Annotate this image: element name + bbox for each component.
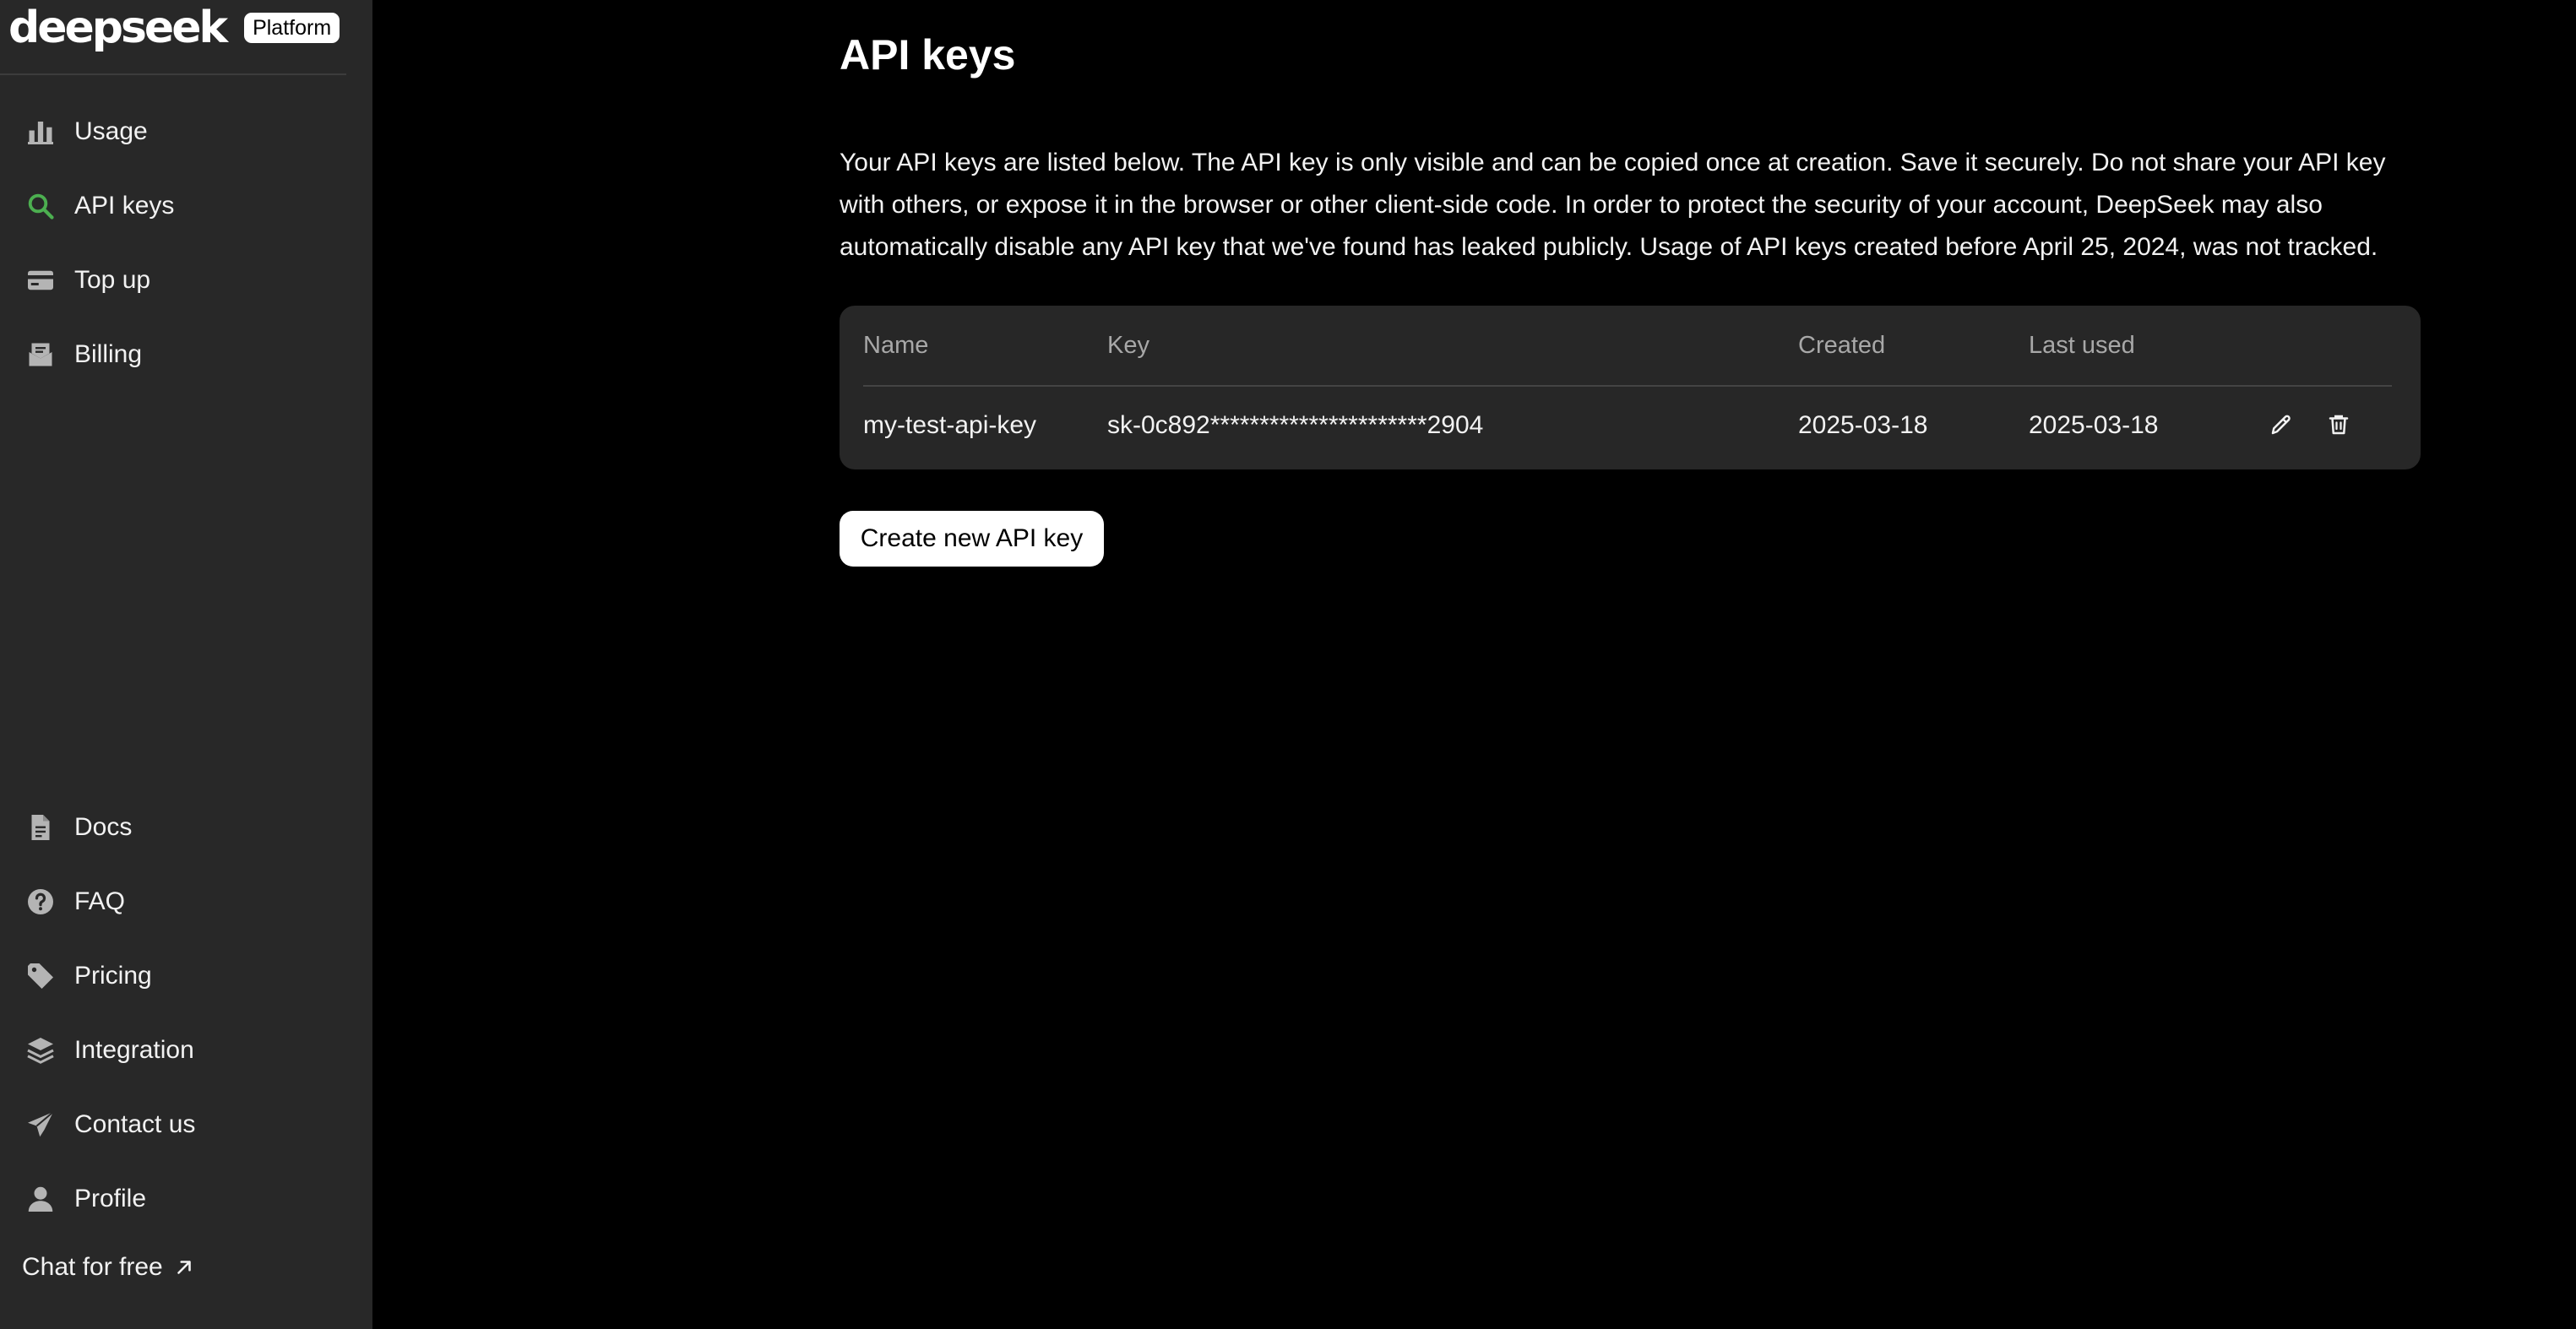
column-header-created: Created xyxy=(1798,306,2029,387)
sidebar-divider xyxy=(0,73,346,75)
key-created-cell: 2025-03-18 xyxy=(1798,411,1928,439)
sidebar: deepseek Platform Usage API keys Top up xyxy=(0,0,372,1329)
deepseek-logo[interactable]: deepseek xyxy=(8,6,228,50)
column-header-key: Key xyxy=(1107,306,1798,387)
sidebar-item-integration[interactable]: Integration xyxy=(0,1013,372,1088)
sidebar-item-label: Pricing xyxy=(74,962,152,990)
pencil-icon xyxy=(2271,415,2291,434)
layers-icon xyxy=(24,1033,57,1067)
bar-chart-icon xyxy=(24,115,57,149)
page-title: API keys xyxy=(840,31,1016,79)
delete-key-button[interactable] xyxy=(2322,408,2356,442)
chat-for-free-link[interactable]: Chat for free xyxy=(22,1253,195,1282)
column-header-name: Name xyxy=(863,306,1107,387)
key-last-used-cell: 2025-03-18 xyxy=(2029,411,2159,439)
api-keys-description: Your API keys are listed below. The API … xyxy=(840,149,2386,261)
chat-for-free-label: Chat for free xyxy=(22,1253,163,1281)
create-new-api-key-button[interactable]: Create new API key xyxy=(840,511,1104,567)
sidebar-item-pricing[interactable]: Pricing xyxy=(0,939,372,1013)
trash-icon xyxy=(2329,415,2349,434)
sidebar-item-api-keys[interactable]: API keys xyxy=(0,169,372,243)
sidebar-item-label: FAQ xyxy=(74,887,126,915)
column-header-actions xyxy=(2264,306,2392,387)
sidebar-nav-main: Usage API keys Top up Billing xyxy=(0,95,372,392)
table-row: my-test-api-key sk-0c892****************… xyxy=(863,386,2392,464)
brand: deepseek Platform xyxy=(8,0,340,56)
tag-icon xyxy=(24,959,57,993)
table-header-row: Name Key Created Last used xyxy=(863,306,2392,387)
question-icon xyxy=(24,885,57,919)
sidebar-item-profile[interactable]: Profile xyxy=(0,1162,372,1236)
edit-key-button[interactable] xyxy=(2264,408,2298,442)
person-icon xyxy=(24,1182,57,1216)
api-keys-table-grid: Name Key Created Last used my-test-api-k… xyxy=(863,306,2392,464)
platform-badge: Platform xyxy=(244,12,340,44)
sidebar-nav-secondary: Docs FAQ Pricing Integration Contact us xyxy=(0,790,372,1236)
sidebar-item-label: Contact us xyxy=(74,1110,196,1138)
billing-icon xyxy=(24,338,57,372)
sidebar-item-label: Docs xyxy=(74,813,133,841)
sidebar-item-label: Top up xyxy=(74,266,151,294)
sidebar-item-label: Usage xyxy=(74,117,148,145)
api-keys-table: Name Key Created Last used my-test-api-k… xyxy=(840,306,2421,469)
key-actions-cell xyxy=(2264,386,2392,464)
sidebar-item-docs[interactable]: Docs xyxy=(0,790,372,865)
sidebar-item-label: API keys xyxy=(74,192,175,220)
card-icon xyxy=(24,263,57,297)
sidebar-item-contact-us[interactable]: Contact us xyxy=(0,1088,372,1162)
sidebar-item-usage[interactable]: Usage xyxy=(0,95,372,169)
document-icon xyxy=(24,811,57,844)
search-icon xyxy=(24,189,57,223)
key-name-cell: my-test-api-key xyxy=(863,411,1037,439)
sidebar-item-label: Billing xyxy=(74,340,143,368)
sidebar-item-label: Integration xyxy=(74,1036,194,1064)
sidebar-item-billing[interactable]: Billing xyxy=(0,317,372,392)
sidebar-item-label: Profile xyxy=(74,1185,147,1212)
sidebar-item-top-up[interactable]: Top up xyxy=(0,243,372,317)
column-header-last-used: Last used xyxy=(2029,306,2264,387)
sidebar-item-faq[interactable]: FAQ xyxy=(0,865,372,939)
send-icon xyxy=(24,1108,57,1142)
arrow-up-right-icon xyxy=(177,1261,191,1274)
key-value-cell: sk-0c892**********************2904 xyxy=(1107,411,1484,439)
